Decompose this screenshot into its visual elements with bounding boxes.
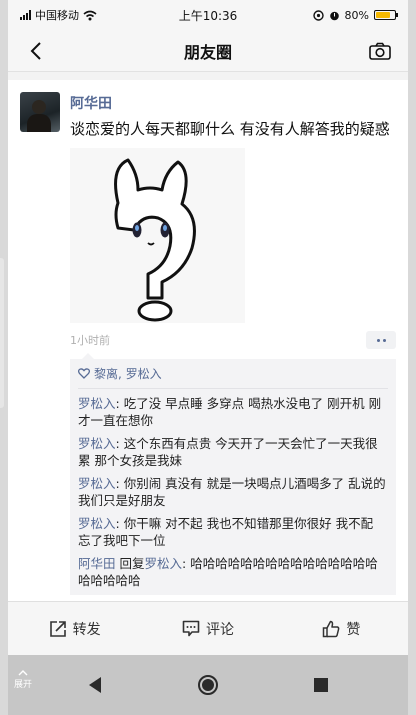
comment-label: 评论	[205, 621, 234, 638]
post-author[interactable]: 阿华田	[70, 94, 396, 114]
system-home-button[interactable]	[196, 673, 220, 697]
recents-square-icon	[314, 678, 329, 692]
wifi-icon	[83, 10, 97, 20]
comment-author[interactable]: 罗松入	[78, 516, 116, 531]
thumbs-up-icon	[323, 620, 340, 637]
post-text: 谈恋爱的人每天都聊什么 有没有人解答我的疑惑	[70, 120, 390, 138]
carrier-label: 中国移动	[35, 9, 79, 22]
post-time: 1小时前	[70, 334, 110, 347]
back-button[interactable]	[22, 37, 50, 65]
action-bar: 转发 评论 赞	[8, 601, 408, 655]
chevron-up-icon	[18, 670, 28, 676]
signal-icon	[20, 10, 31, 20]
camera-button[interactable]	[366, 37, 394, 65]
page-title: 朋友圈	[183, 42, 232, 62]
comment-separator: :	[115, 396, 124, 411]
status-bar: 中国移动 上午10:36 80%	[8, 0, 408, 30]
expand-label: 展开	[14, 680, 33, 690]
chevron-left-icon	[30, 41, 41, 60]
reply-author[interactable]: 阿华田	[78, 556, 116, 571]
comment-separator: :	[115, 516, 124, 531]
comment-item[interactable]: 罗松入: 吃了没 早点睡 多穿点 喝热水没电了 刚开机 刚才一直在想你	[78, 395, 388, 429]
more-actions-button[interactable]	[366, 331, 396, 349]
status-time: 上午10:36	[178, 8, 238, 23]
reply-target[interactable]: 罗松入	[145, 556, 183, 571]
comment-text: 吃了没 早点睡 多穿点 喝热水没电了 刚开机 刚才一直在想你	[78, 396, 382, 428]
reply-item[interactable]: 阿华田 回复罗松入: 哈哈哈哈哈哈哈哈哈哈哈哈哈哈哈哈哈哈哈哈	[78, 555, 388, 589]
comment-separator: :	[115, 436, 124, 451]
battery-icon	[374, 10, 398, 20]
comment-icon	[182, 620, 200, 637]
comment-text: 这个东西有点贵 今天开了一天会忙了一天我很累 那个女孩是我妹	[78, 436, 378, 468]
comment-author[interactable]: 罗松入	[78, 476, 116, 491]
nav-bar: 朋友圈	[8, 30, 408, 72]
system-back-button[interactable]	[83, 673, 107, 697]
avatar[interactable]	[20, 92, 60, 132]
phone-screen: 中国移动 上午10:36 80% 朋友圈 阿华田 谈恋爱的人每天都聊什么 有没有…	[8, 0, 408, 715]
post-image[interactable]	[70, 148, 245, 323]
likes-names[interactable]: 黎离, 罗松入	[94, 365, 162, 382]
comment-separator: :	[115, 476, 124, 491]
comment-item[interactable]: 罗松入: 这个东西有点贵 今天开了一天会忙了一天我很累 那个女孩是我妹	[78, 435, 388, 469]
expand-toggle[interactable]: 展开	[14, 669, 32, 691]
screen-edge-handle[interactable]	[0, 258, 4, 408]
like-label: 赞	[346, 621, 361, 638]
comment-button[interactable]: 评论	[141, 619, 274, 639]
home-circle-icon	[197, 675, 218, 695]
comment-separator: :	[182, 556, 191, 571]
heart-icon	[78, 368, 90, 379]
comment-item[interactable]: 罗松入: 你干嘛 对不起 我也不知错那里你很好 我不配 忘了我吧下一位	[78, 515, 388, 549]
camera-icon	[369, 42, 391, 60]
comment-author[interactable]: 罗松入	[78, 436, 116, 451]
comment-item[interactable]: 罗松入: 你别闹 真没有 就是一块喝点儿酒喝多了 乱说的 我们只是好朋友	[78, 475, 388, 509]
forward-button[interactable]: 转发	[8, 619, 141, 639]
battery-percent: 80%	[344, 8, 369, 22]
comment-author[interactable]: 罗松入	[78, 396, 116, 411]
comments-panel: 黎离, 罗松入 罗松入: 吃了没 早点睡 多穿点 喝热水没电了 刚开机 刚才一直…	[70, 353, 396, 595]
forward-label: 转发	[72, 621, 101, 638]
back-triangle-icon	[88, 677, 101, 693]
likes-row: 黎离, 罗松入	[78, 363, 388, 389]
alarm-icon	[329, 11, 339, 20]
question-mark-bunny-sticker	[114, 158, 196, 322]
system-navigation-bar: 展开	[8, 655, 408, 715]
like-button[interactable]: 赞	[275, 619, 408, 639]
moment-post: 阿华田 谈恋爱的人每天都聊什么 有没有人解答我的疑惑 1小时前 黎离, 罗松入 …	[20, 92, 396, 595]
share-icon	[49, 620, 66, 637]
moments-feed: 阿华田 谈恋爱的人每天都聊什么 有没有人解答我的疑惑 1小时前 黎离, 罗松入 …	[8, 80, 408, 601]
comment-text: 你别闹 真没有 就是一块喝点儿酒喝多了 乱说的 我们只是好朋友	[78, 476, 386, 508]
system-recents-button[interactable]	[309, 673, 333, 697]
reply-word: 回复	[115, 556, 145, 571]
location-icon	[312, 9, 324, 21]
